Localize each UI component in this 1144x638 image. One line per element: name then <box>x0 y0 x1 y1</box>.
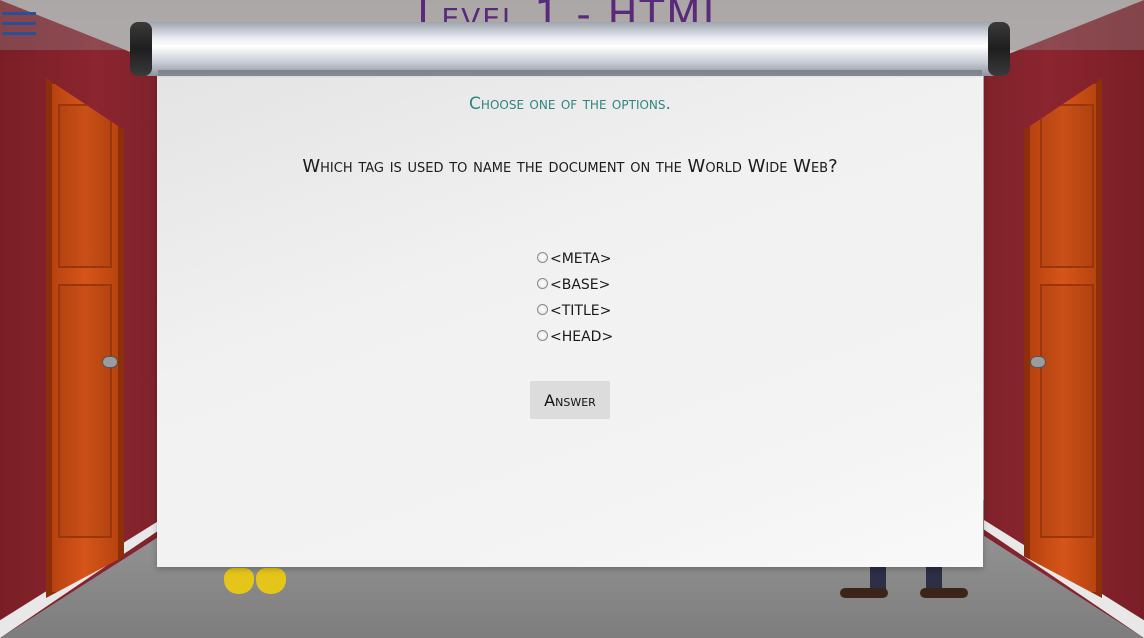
option-label: <BASE> <box>550 277 611 293</box>
radio-button[interactable] <box>537 277 548 289</box>
option-base[interactable]: <BASE> <box>537 272 613 298</box>
instruction-text: Choose one of the options. <box>469 94 671 114</box>
radio-button[interactable] <box>537 329 548 341</box>
question-text: Which tag is used to name the document o… <box>302 156 838 177</box>
menu-line <box>2 32 36 35</box>
option-label: <HEAD> <box>550 329 614 345</box>
answer-button[interactable]: Answer <box>530 381 610 419</box>
option-meta[interactable]: <META> <box>537 246 613 272</box>
answer-options: <META> <BASE> <TITLE> <HEAD> <box>537 246 613 350</box>
game-scene: Level 1 - HTML Choose one of the options… <box>0 0 1144 638</box>
radio-button[interactable] <box>537 251 548 263</box>
yellow-shoe <box>224 568 254 594</box>
roller-cap <box>988 22 1010 76</box>
radio-button[interactable] <box>537 303 548 315</box>
roller-cap <box>130 22 152 76</box>
option-label: <META> <box>550 251 612 267</box>
character-leg <box>926 566 942 590</box>
quiz-panel: Choose one of the options. Which tag is … <box>157 60 983 567</box>
door-panel <box>58 104 112 268</box>
option-title[interactable]: <TITLE> <box>537 298 613 324</box>
door-panel <box>58 284 112 538</box>
left-door <box>46 78 124 598</box>
character-left-feet <box>222 566 292 596</box>
menu-line <box>2 22 36 25</box>
character-right-feet <box>840 566 970 598</box>
door-knob-icon <box>102 356 118 368</box>
option-label: <TITLE> <box>550 303 612 319</box>
dark-shoe <box>840 588 888 598</box>
yellow-shoe <box>256 568 286 594</box>
door-panel <box>1040 104 1094 268</box>
right-door <box>1024 78 1102 598</box>
hamburger-menu-icon[interactable] <box>2 12 36 38</box>
dark-shoe <box>920 588 968 598</box>
option-head[interactable]: <HEAD> <box>537 324 613 350</box>
character-leg <box>870 566 886 590</box>
door-knob-icon <box>1030 356 1046 368</box>
menu-line <box>2 12 36 15</box>
door-panel <box>1040 284 1094 538</box>
